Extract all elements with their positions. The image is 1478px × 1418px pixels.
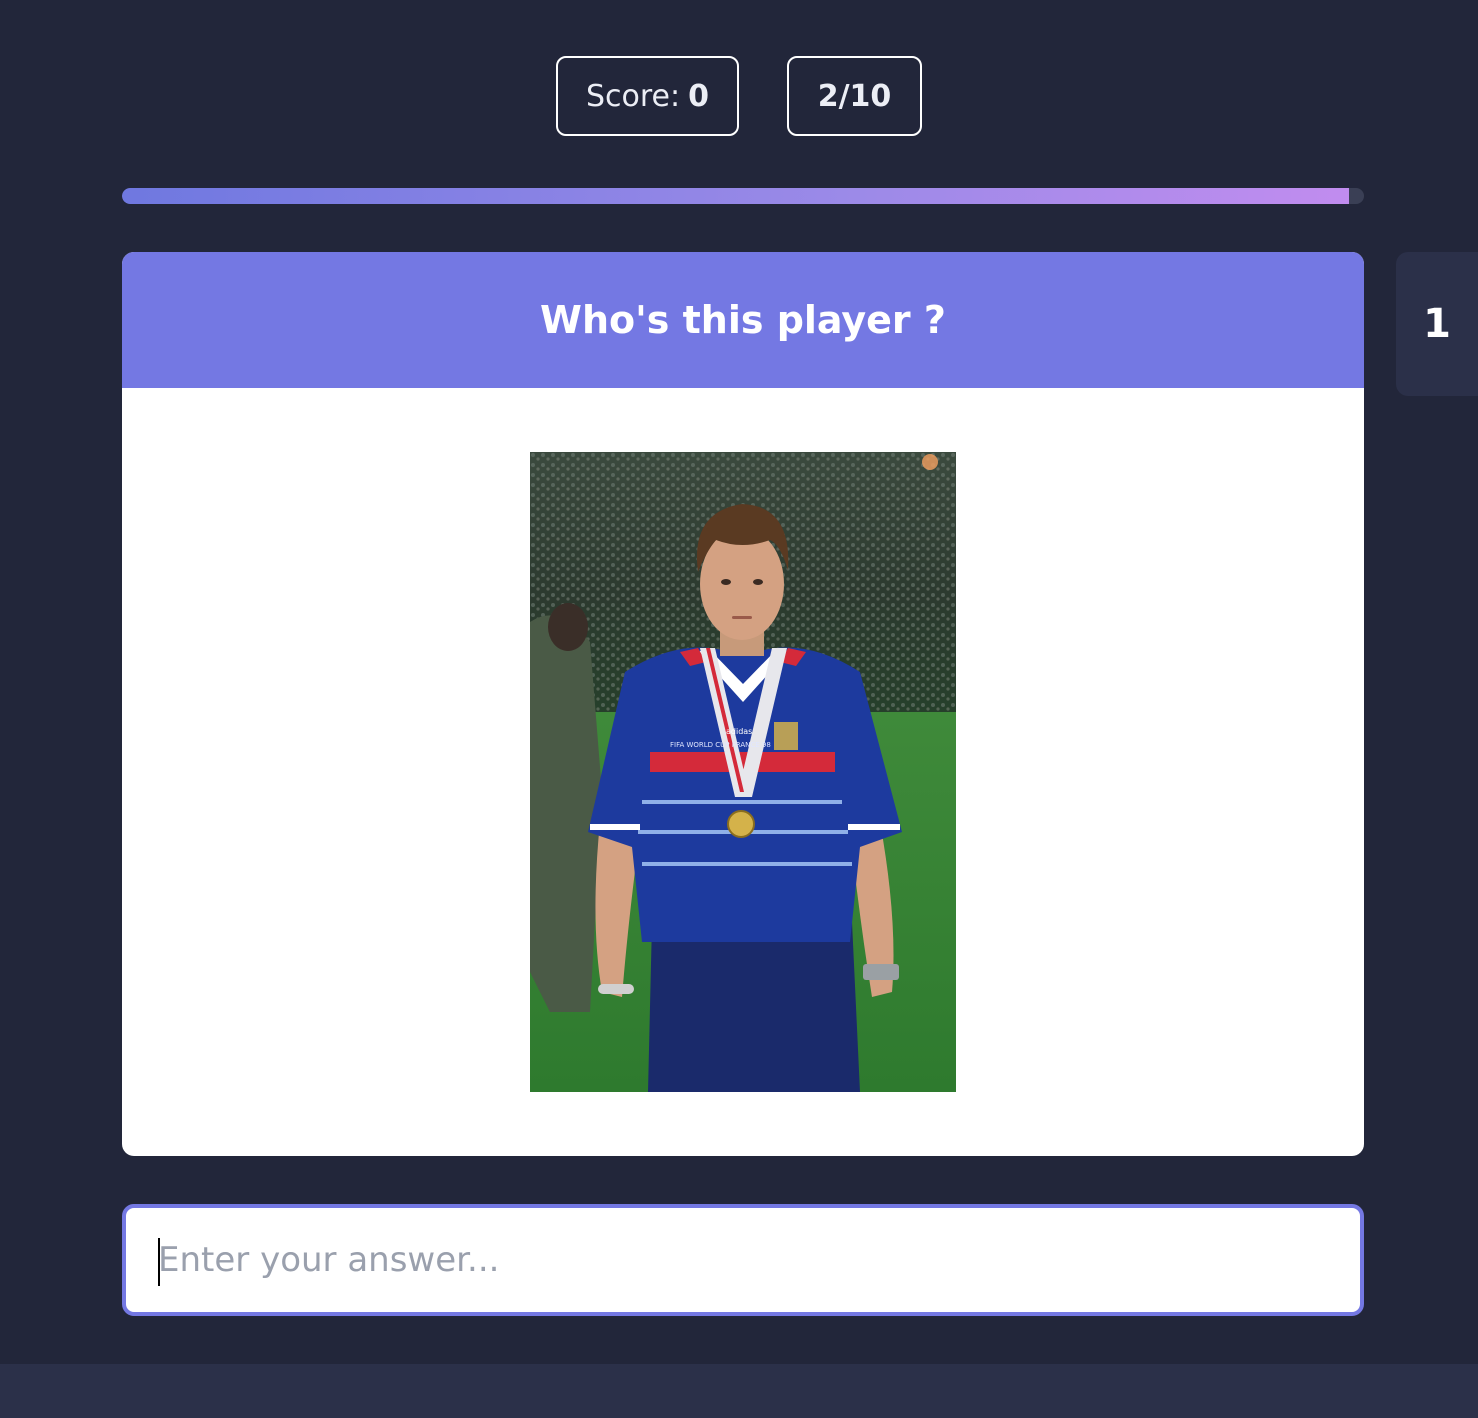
- stats-bar: Score: 0 2/10: [0, 56, 1478, 136]
- jersey-brand: adidas: [726, 727, 752, 736]
- question-title: Who's this player ?: [122, 252, 1364, 388]
- side-tab[interactable]: 1: [1396, 252, 1478, 396]
- score-label: Score:: [585, 78, 681, 114]
- answer-input[interactable]: [126, 1208, 1360, 1312]
- answer-field[interactable]: [122, 1204, 1364, 1316]
- progress-bar: [122, 188, 1364, 204]
- score-value: 0: [688, 78, 709, 114]
- footer-bar: [0, 1364, 1478, 1418]
- question-card: Who's this player ? FIFA WORLD CUP FRANC…: [122, 252, 1364, 1156]
- player-photo: FIFA WORLD CUP FRANCE 98 adidas: [530, 452, 956, 1092]
- text-caret: [158, 1238, 160, 1286]
- jersey-text: FIFA WORLD CUP FRANCE 98: [670, 741, 771, 749]
- question-counter: 2/10: [787, 56, 922, 136]
- score-badge: Score: 0: [556, 56, 739, 136]
- progress-fill: [122, 188, 1350, 204]
